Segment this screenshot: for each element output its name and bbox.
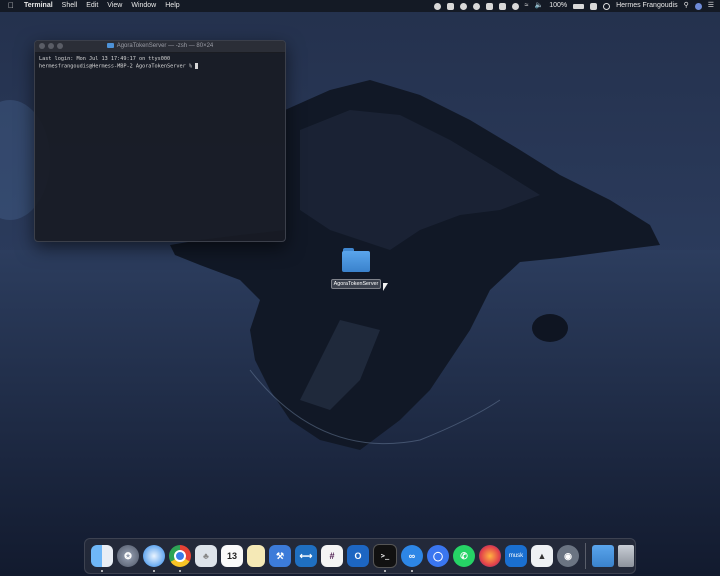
flag-icon[interactable] (590, 2, 598, 10)
vscode-icon[interactable]: ⟷ (295, 545, 317, 567)
folder-icon[interactable] (342, 248, 370, 272)
terminal-icon[interactable]: >_ (373, 544, 397, 572)
terminal-content[interactable]: Last login: Mon Jul 13 17:49:17 on ttys0… (35, 53, 285, 74)
spotlight-search-icon[interactable]: ⚲ (684, 0, 689, 12)
status-icon-4[interactable] (472, 2, 480, 10)
terminal-titlebar[interactable]: AgoraTokenServer — -zsh — 80×24 (35, 41, 285, 53)
desktop-folder-label[interactable]: AgoraTokenServer (330, 279, 382, 289)
xcode-icon[interactable]: ⚒ (269, 545, 291, 567)
dock-separator (585, 543, 586, 569)
status-icon-1[interactable] (433, 2, 441, 10)
folder-icon (106, 42, 114, 48)
finder-icon[interactable] (91, 545, 113, 572)
signal-icon[interactable]: ◯ (427, 545, 449, 567)
terminal-prompt: hermesfrangoudis@Hermess-MBP-2 AgoraToke… (39, 63, 196, 70)
safari-icon[interactable] (143, 545, 165, 572)
siri-icon[interactable] (694, 2, 702, 10)
menu-edit[interactable]: Edit (86, 0, 98, 12)
teeth-icon[interactable]: ♣ (195, 545, 217, 567)
menu-bar:  Terminal Shell Edit View Window Help ≈… (0, 0, 720, 12)
status-icon-3[interactable] (459, 2, 467, 10)
terminal-cursor (195, 63, 199, 69)
battery-percent[interactable]: 100% (549, 0, 567, 12)
unity-icon[interactable]: ▲ (531, 545, 553, 567)
chrome-icon[interactable] (169, 545, 191, 572)
terminal-window[interactable]: AgoraTokenServer — -zsh — 80×24 Last log… (34, 40, 286, 242)
terminal-title: AgoraTokenServer — -zsh — 80×24 (116, 43, 214, 49)
apple-menu-icon[interactable]:  (8, 0, 14, 12)
trash-icon[interactable] (618, 545, 634, 567)
volume-icon[interactable]: 🔈 (534, 0, 543, 12)
terminal-line-login: Last login: Mon Jul 13 17:49:17 on ttys0… (39, 56, 171, 62)
firefox-icon[interactable] (479, 545, 501, 567)
calendar-icon[interactable]: 13 (221, 545, 243, 567)
notification-center-icon[interactable]: ☰ (708, 0, 714, 12)
menu-window[interactable]: Window (131, 0, 156, 12)
infinity-app-icon[interactable]: ∞ (401, 545, 423, 572)
screenshot-icon[interactable]: ◉ (557, 545, 579, 567)
mouse-pointer-icon (383, 283, 388, 291)
notes-icon[interactable] (247, 545, 265, 567)
wifi-icon[interactable]: ≈ (525, 0, 529, 12)
menu-shell[interactable]: Shell (62, 0, 78, 12)
outlook-icon[interactable]: O (347, 545, 369, 567)
status-icon-2[interactable] (446, 2, 454, 10)
user-account-icon[interactable] (603, 2, 611, 10)
airplay-icon[interactable] (498, 2, 506, 10)
menu-help[interactable]: Help (165, 0, 179, 12)
desktop-folder[interactable]: AgoraTokenServer (330, 248, 382, 290)
slack-icon[interactable]: # (321, 545, 343, 567)
status-icon-5[interactable] (485, 2, 493, 10)
battery-icon[interactable] (573, 3, 585, 9)
musk-app-icon[interactable]: musk (505, 545, 527, 567)
dock: ✪ ♣ 13 ⚒ ⟷ # O >_ ∞ ◯ ✆ musk ▲ ◉ (84, 538, 636, 574)
bluetooth-icon[interactable] (511, 2, 519, 10)
menu-app-name[interactable]: Terminal (24, 0, 53, 12)
downloads-folder-icon[interactable] (592, 545, 614, 567)
menu-view[interactable]: View (107, 0, 122, 12)
whatsapp-icon[interactable]: ✆ (453, 545, 475, 567)
launchpad-icon[interactable]: ✪ (117, 545, 139, 567)
user-name[interactable]: Hermes Frangoudis (616, 0, 677, 12)
